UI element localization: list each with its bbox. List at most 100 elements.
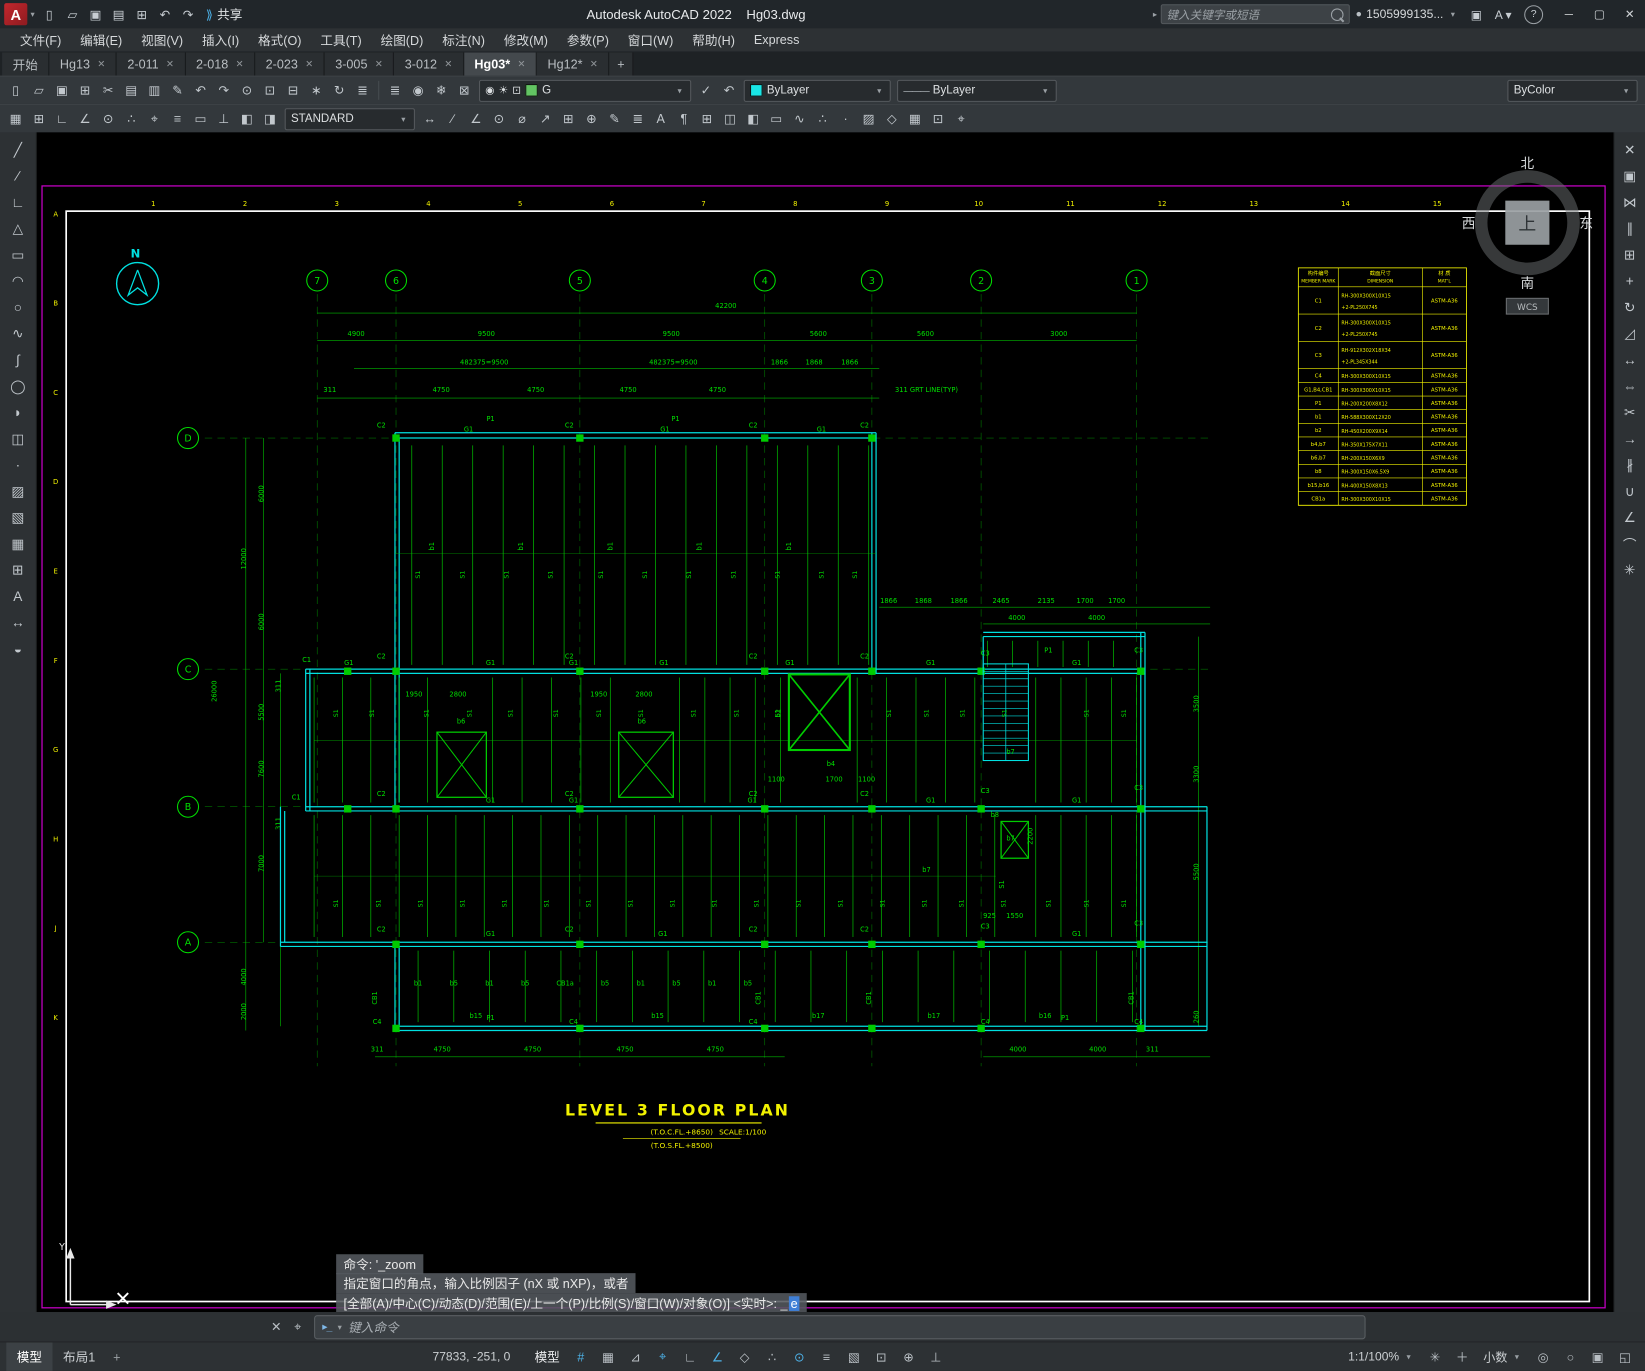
search-expand-icon[interactable]: ▸ <box>1153 9 1157 18</box>
join-icon[interactable]: ∪ <box>1616 479 1643 503</box>
tab-close-icon[interactable]: ✕ <box>375 58 383 70</box>
scale-icon[interactable]: ◿ <box>1616 321 1643 345</box>
drawing-area[interactable]: 1 2 3 4 5 6 7 8 9 10 11 12 13 14 15 A B C D E F G H J K 42200 4900… <box>36 132 1614 1313</box>
lengthen-icon[interactable]: ⇔ <box>1616 374 1643 398</box>
dim-linear-icon[interactable]: ↔ <box>419 108 441 130</box>
transparency-icon[interactable]: ▧ <box>841 1346 866 1368</box>
undo-icon[interactable]: ↶ <box>190 79 212 101</box>
menu-item-8[interactable]: 修改(M) <box>494 31 557 49</box>
trim-icon[interactable]: ✂ <box>1616 400 1643 424</box>
tab-close-icon[interactable]: ✕ <box>517 58 525 70</box>
gradient-icon[interactable]: ▧ <box>4 505 31 529</box>
copy-icon[interactable]: ▣ <box>1616 164 1643 188</box>
search-box[interactable]: 键入关键字或短语 <box>1160 4 1350 25</box>
boundary-icon[interactable]: ◇ <box>881 108 903 130</box>
minimize-button[interactable]: ─ <box>1554 0 1584 28</box>
osnap-icon[interactable]: ⊙ <box>97 108 119 130</box>
style-dropdown-caret[interactable]: ▾ <box>401 114 405 123</box>
tab-close-icon[interactable]: ✕ <box>305 58 313 70</box>
layer-dropdown[interactable]: ◉ ☀ ⊡ G ▾ <box>479 79 692 102</box>
polar-tracking-icon[interactable]: ∠ <box>705 1346 730 1368</box>
doc-tab-[interactable]: 开始 <box>2 52 50 76</box>
arc-icon[interactable]: ◠ <box>4 269 31 293</box>
qsave-icon[interactable]: ▣ <box>51 79 73 101</box>
match-properties-icon[interactable]: ✎ <box>166 79 188 101</box>
plotstyle-dropdown[interactable]: ByColor ▾ <box>1507 79 1638 102</box>
lineweight-display-icon[interactable]: ≡ <box>814 1346 839 1368</box>
object-snap-tracking-icon[interactable]: ∴ <box>759 1346 784 1368</box>
colors-icon[interactable]: ◒ <box>4 637 31 661</box>
new-drawing-icon[interactable]: ▯ <box>38 4 61 25</box>
lineweight-icon[interactable]: ≡ <box>166 108 188 130</box>
layer-previous-icon[interactable]: ↶ <box>718 79 740 101</box>
doc-tab-2023[interactable]: 2-023 ✕ <box>255 52 325 76</box>
dim-edit-icon[interactable]: ✎ <box>603 108 625 130</box>
dynamic-ucs-icon[interactable]: ⊥ <box>923 1346 948 1368</box>
snap-mode-icon[interactable]: ▦ <box>596 1346 621 1368</box>
stretch-icon[interactable]: ↔ <box>1616 348 1643 372</box>
plot-icon[interactable]: ⊞ <box>130 4 153 25</box>
layout-tab[interactable]: 布局1 <box>53 1342 106 1370</box>
ortho-mode-icon[interactable]: ∟ <box>677 1346 702 1368</box>
close-button[interactable]: ✕ <box>1615 0 1645 28</box>
settings-gear-icon[interactable]: ✳ <box>1422 1346 1447 1368</box>
object-snap-icon[interactable]: ⊙ <box>787 1346 812 1368</box>
zoom-window-icon[interactable]: ⊡ <box>259 79 281 101</box>
table-icon[interactable]: ⊞ <box>696 108 718 130</box>
menu-item-10[interactable]: 窗口(W) <box>618 31 682 49</box>
polygon-icon[interactable]: △ <box>4 216 31 240</box>
ucs-icon[interactable]: ⊥ <box>213 108 235 130</box>
maximize-button[interactable]: ▢ <box>1584 0 1614 28</box>
menu-item-12[interactable]: Express <box>744 33 808 48</box>
paste-icon[interactable]: ▥ <box>143 79 165 101</box>
menu-item-7[interactable]: 标注(N) <box>433 31 495 49</box>
revcloud-icon[interactable]: ∿ <box>788 108 810 130</box>
doc-tab-3012[interactable]: 3-012 ✕ <box>394 52 464 76</box>
tolerance-icon[interactable]: ⊞ <box>557 108 579 130</box>
hatch-icon[interactable]: ▨ <box>4 479 31 503</box>
move-icon[interactable]: + <box>1616 269 1643 293</box>
cancel-command-icon[interactable]: ✕ <box>265 1319 288 1334</box>
layer-off-icon[interactable]: ◉ <box>407 79 429 101</box>
dim-aligned-icon[interactable]: ∕ <box>442 108 464 130</box>
undo-icon[interactable]: ↶ <box>153 4 176 25</box>
tab-close-icon[interactable]: ✕ <box>166 58 174 70</box>
isometric-drafting-icon[interactable]: ◇ <box>732 1346 757 1368</box>
text-single-icon[interactable]: A <box>650 108 672 130</box>
doc-tab-3005[interactable]: 3-005 ✕ <box>324 52 395 76</box>
plotstyle-dropdown-caret[interactable]: ▾ <box>1624 86 1628 95</box>
center-mark-icon[interactable]: ⊕ <box>580 108 602 130</box>
otrack-icon[interactable]: ∴ <box>120 108 142 130</box>
app-store-icon[interactable]: ▣ <box>1464 7 1488 22</box>
zoom-realtime-icon[interactable]: ⊙ <box>236 79 258 101</box>
spline-icon[interactable]: ∫ <box>4 348 31 372</box>
drawing-canvas[interactable]: 1 2 3 4 5 6 7 8 9 10 11 12 13 14 15ABCDEFGHJK422004900… <box>36 132 1614 1313</box>
ortho-icon[interactable]: ∟ <box>51 108 73 130</box>
polar-icon[interactable]: ∠ <box>74 108 96 130</box>
menu-item-9[interactable]: 参数(P) <box>557 31 618 49</box>
text-icon[interactable]: A <box>4 584 31 608</box>
break-icon[interactable]: ∦ <box>1616 453 1643 477</box>
tab-close-icon[interactable]: ✕ <box>590 58 598 70</box>
make-current-icon[interactable]: ✓ <box>695 79 717 101</box>
dim-style-icon[interactable]: ≣ <box>627 108 649 130</box>
recent-commands-icon[interactable]: ⌖ <box>288 1319 308 1335</box>
layer-freeze-icon[interactable]: ❄ <box>430 79 452 101</box>
cut-icon[interactable]: ✂ <box>97 79 119 101</box>
mirror-icon[interactable]: ⋈ <box>1616 190 1643 214</box>
help-icon[interactable]: ? <box>1524 4 1544 24</box>
plot-icon[interactable]: ⊞ <box>74 79 96 101</box>
menu-item-5[interactable]: 工具(T) <box>311 31 371 49</box>
color-dropdown[interactable]: ByLayer ▾ <box>743 79 891 102</box>
add-scale-icon[interactable]: ＋ <box>1450 1346 1475 1368</box>
circle-icon[interactable]: ○ <box>4 295 31 319</box>
pan-icon[interactable]: ∗ <box>305 79 327 101</box>
doc-tab-2011[interactable]: 2-011 ✕ <box>116 52 186 76</box>
offset-icon[interactable]: ∥ <box>1616 216 1643 240</box>
workspace-icon[interactable]: ◧ <box>236 108 258 130</box>
selection-cycling-icon[interactable]: ⊡ <box>869 1346 894 1368</box>
quickcalc-icon[interactable]: ◨ <box>259 108 281 130</box>
menu-item-6[interactable]: 绘图(D) <box>371 31 433 49</box>
clean-screen-icon[interactable]: ◱ <box>1612 1346 1637 1368</box>
layer-properties-icon[interactable]: ≣ <box>384 79 406 101</box>
